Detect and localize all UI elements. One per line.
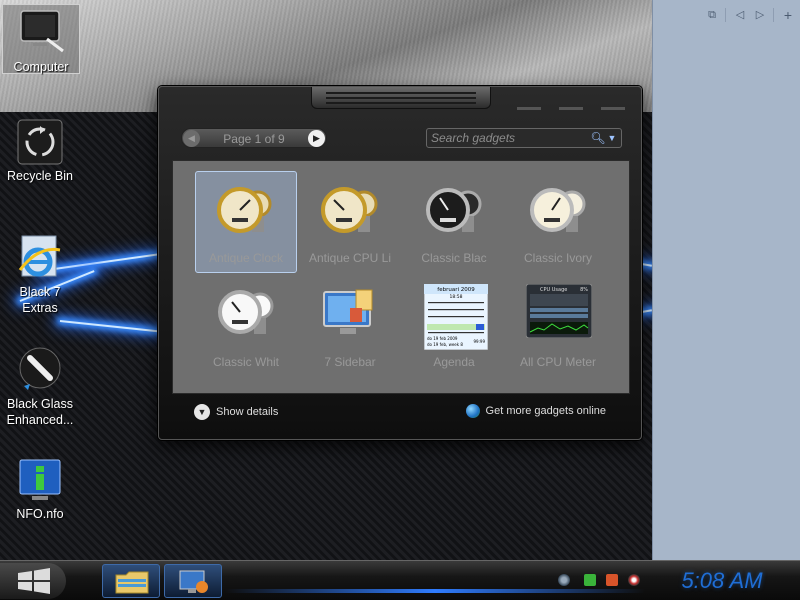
globe-icon bbox=[465, 404, 480, 418]
gadget-grid: Antique Clock Antique CPU Li Classic Bla… bbox=[172, 160, 630, 394]
taskbar-item-control-panel[interactable] bbox=[164, 564, 222, 598]
volume-icon[interactable] bbox=[628, 574, 640, 586]
brush-icon bbox=[16, 346, 64, 394]
calendar-footer-left: do 19 feb 2009 bbox=[427, 336, 458, 341]
classic-black-gauge-icon bbox=[404, 182, 504, 244]
desktop-icon-computer[interactable]: Computer bbox=[2, 4, 80, 74]
get-more-gadgets-label: Get more gadgets online bbox=[485, 405, 606, 417]
window-control-minimize[interactable] bbox=[517, 107, 541, 110]
desktop[interactable]: Computer Recycle Bin Black 7 Extras Blac… bbox=[0, 0, 652, 560]
taskbar: 5:08 AM bbox=[0, 560, 800, 600]
gadget-tile[interactable]: Antique Clock bbox=[195, 171, 297, 273]
folder-icon bbox=[115, 571, 149, 594]
gadget-tile[interactable]: Antique CPU Li bbox=[299, 171, 401, 273]
cpu-meter-icon: CPU Usage 8% bbox=[525, 283, 593, 346]
cpu-meter-title: CPU Usage bbox=[540, 287, 567, 293]
search-input[interactable] bbox=[431, 130, 581, 146]
gadget-tile[interactable]: Classic Blac bbox=[403, 171, 505, 273]
gadget-tile[interactable]: CPU Usage 8% All CPU Meter bbox=[507, 275, 609, 377]
window-control-maximize[interactable] bbox=[559, 107, 583, 110]
internet-explorer-icon bbox=[16, 234, 64, 282]
desktop-icon-black-7-extras[interactable]: Black 7 Extras bbox=[1, 234, 79, 316]
desktop-icon-label: Computer bbox=[13, 60, 69, 74]
separator bbox=[725, 8, 726, 22]
grip-line bbox=[326, 97, 476, 99]
cpu-meter-value: 8% bbox=[580, 287, 588, 293]
desktop-icon-nfo[interactable]: NFO.nfo bbox=[1, 456, 79, 522]
desktop-icon-label: Black Glass Enhanced... bbox=[6, 397, 74, 427]
gadget-gallery-window[interactable]: ◀ Page 1 of 9 ▶ 🔍︎ ▼ bbox=[158, 86, 642, 440]
classic-ivory-gauge-icon bbox=[508, 182, 608, 244]
gadget-tile[interactable]: februari 2009 18:58 do 19 feb 2009 do 19… bbox=[403, 275, 505, 377]
taskbar-glow bbox=[225, 589, 645, 593]
gadget-name: Classic Whit bbox=[212, 355, 279, 369]
network-icon[interactable] bbox=[558, 574, 570, 586]
start-button[interactable] bbox=[0, 563, 66, 599]
calendar-time: 18:58 bbox=[450, 294, 463, 300]
classic-white-gauge-icon bbox=[196, 286, 296, 348]
gadget-name: Classic Ivory bbox=[523, 251, 592, 265]
separator bbox=[773, 8, 774, 22]
wallpaper-lightning bbox=[59, 320, 170, 334]
sidebar-pane[interactable]: ⧉ ◁ ▷ + bbox=[652, 0, 800, 560]
add-gadget-icon[interactable]: + bbox=[781, 8, 795, 22]
desktop-icon-label: NFO.nfo bbox=[16, 507, 64, 521]
next-page-button[interactable]: ▶ bbox=[308, 130, 325, 147]
gadget-name: Antique CPU Li bbox=[308, 251, 392, 265]
windows-logo-icon bbox=[18, 568, 50, 594]
security-icon[interactable] bbox=[606, 574, 618, 586]
action-center-flag-icon[interactable] bbox=[584, 574, 596, 586]
chevron-down-icon[interactable]: ▼ bbox=[607, 130, 617, 146]
page-navigator: ◀ Page 1 of 9 ▶ bbox=[181, 128, 327, 148]
gadget-name: 7 Sidebar bbox=[324, 355, 376, 369]
desktop-icon-label: Black 7 Extras bbox=[19, 285, 61, 315]
taskbar-item-explorer[interactable] bbox=[102, 564, 160, 598]
control-panel-icon bbox=[179, 570, 208, 593]
monitor-sidebar-icon bbox=[300, 286, 400, 348]
antique-gauge-icon bbox=[300, 182, 400, 244]
page-indicator: Page 1 of 9 bbox=[223, 132, 285, 146]
desktop-icon-black-glass-enhanced[interactable]: Black Glass Enhanced... bbox=[1, 346, 79, 428]
taskbar-clock[interactable]: 5:08 AM bbox=[652, 565, 792, 597]
get-more-gadgets-link[interactable]: Get more gadgets online bbox=[465, 404, 606, 422]
previous-page-button[interactable]: ◀ bbox=[183, 130, 200, 147]
gadget-name: All CPU Meter bbox=[519, 355, 596, 369]
calendar-footer-right: 99:99 bbox=[473, 339, 485, 344]
copy-gadget-icon[interactable]: ⧉ bbox=[705, 8, 719, 22]
gallery-footer: ▼ Show details Get more gadgets online bbox=[172, 394, 630, 432]
window-control-close[interactable] bbox=[601, 107, 625, 110]
calendar-icon: februari 2009 18:58 do 19 feb 2009 do 19… bbox=[423, 283, 489, 351]
show-details-button[interactable]: ▼ Show details bbox=[194, 404, 278, 422]
show-details-label: Show details bbox=[216, 406, 279, 418]
recycle-bin-icon bbox=[16, 118, 64, 166]
antique-gauge-icon bbox=[196, 182, 296, 244]
previous-icon[interactable]: ◁ bbox=[733, 8, 747, 22]
calendar-month: februari 2009 bbox=[437, 287, 475, 293]
desktop-icon-recycle-bin[interactable]: Recycle Bin bbox=[1, 118, 79, 184]
gadget-name: Antique Clock bbox=[208, 251, 284, 265]
gadget-name: Agenda bbox=[433, 355, 475, 369]
next-icon[interactable]: ▷ bbox=[753, 8, 767, 22]
grip-line bbox=[326, 102, 476, 104]
search-icon[interactable]: 🔍︎ bbox=[589, 130, 607, 146]
window-drag-handle[interactable] bbox=[311, 87, 491, 109]
gadget-tile[interactable]: Classic Ivory bbox=[507, 171, 609, 273]
search-box: 🔍︎ ▼ bbox=[426, 128, 622, 148]
gadget-name: Classic Blac bbox=[421, 251, 487, 265]
chevron-down-icon: ▼ bbox=[194, 404, 210, 420]
info-icon bbox=[16, 456, 64, 504]
computer-icon bbox=[17, 9, 65, 57]
grip-line bbox=[326, 92, 476, 94]
calendar-footer-left-2: do 19 feb, week 8 bbox=[427, 342, 463, 347]
gadget-tile[interactable]: Classic Whit bbox=[195, 275, 297, 377]
desktop-icon-label: Recycle Bin bbox=[7, 169, 73, 183]
gadget-tile[interactable]: 7 Sidebar bbox=[299, 275, 401, 377]
